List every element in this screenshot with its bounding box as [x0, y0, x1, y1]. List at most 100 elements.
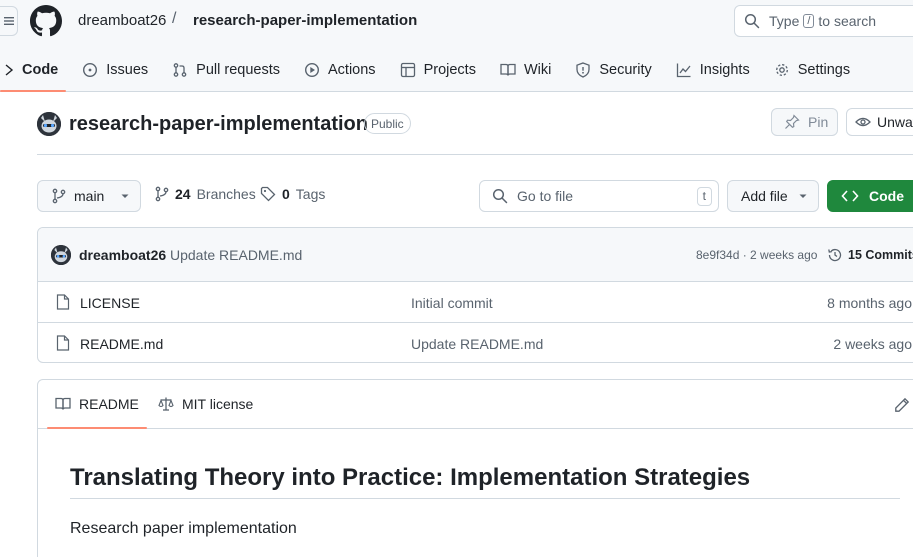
tab-projects[interactable]: Projects — [392, 52, 484, 88]
tab-label: Pull requests — [196, 62, 280, 78]
repo-title[interactable]: research-paper-implementation — [69, 113, 368, 136]
readme-paragraph: Research paper implementation — [70, 520, 297, 537]
play-icon — [304, 62, 320, 78]
pin-label: Pin — [808, 114, 829, 130]
tab-label: Wiki — [523, 62, 552, 78]
menu-button[interactable] — [0, 6, 18, 36]
tab-insights[interactable]: Insights — [668, 52, 758, 88]
tab-license-label: MIT license — [182, 396, 254, 412]
tab-security[interactable]: Security — [567, 52, 659, 88]
file-commit-date: 8 months ago — [827, 295, 912, 311]
graph-icon — [676, 63, 691, 78]
search-prefix: Type — [769, 13, 800, 29]
file-commit-message[interactable]: Update README.md — [411, 336, 543, 352]
issue-icon — [83, 62, 98, 78]
commit-author-avatar[interactable] — [51, 245, 71, 265]
owner-link[interactable]: dreamboat26 — [78, 12, 166, 29]
search-icon — [744, 13, 760, 29]
tab-wiki[interactable]: Wiki — [492, 52, 559, 88]
tab-license[interactable]: MIT license — [158, 380, 253, 428]
branch-name: main — [74, 188, 105, 204]
unwatch-label: Unwatch — [877, 114, 913, 130]
commits-link[interactable]: 15 Commits — [827, 247, 913, 263]
file-table: dreamboat26 Update README.md 8e9f34d · 2… — [37, 227, 913, 363]
readme-heading-rule — [70, 498, 900, 499]
code-button[interactable]: Code — [827, 180, 913, 212]
tab-actions[interactable]: Actions — [296, 52, 384, 88]
file-commit-message[interactable]: Initial commit — [411, 295, 493, 311]
tab-label: Settings — [797, 62, 851, 78]
divider — [37, 154, 913, 155]
commit-hash-time[interactable]: 8e9f34d · 2 weeks ago — [696, 248, 817, 262]
code-icon — [841, 190, 859, 202]
visibility-badge: Public — [364, 113, 411, 134]
tags-link[interactable]: 0 Tags — [260, 186, 325, 202]
branches-label: Branches — [196, 186, 256, 202]
readme-panel: README MIT license Translating Theory in… — [37, 379, 913, 557]
file-commit-date: 2 weeks ago — [833, 336, 912, 352]
commit-author[interactable]: dreamboat26 — [79, 247, 166, 263]
tab-label: Issues — [106, 62, 149, 78]
file-row[interactable]: LICENSE Initial commit 8 months ago — [38, 282, 913, 323]
global-header: dreamboat26 / research-paper-implementat… — [0, 0, 913, 92]
hamburger-icon — [3, 17, 14, 25]
search-input[interactable]: Type / to search — [734, 5, 913, 37]
pencil-icon[interactable] — [894, 397, 910, 413]
tab-pull-requests[interactable]: Pull requests — [164, 52, 288, 88]
commits-label: 15 Commits — [848, 248, 913, 262]
tab-readme-label: README — [79, 396, 139, 412]
caret-down-icon — [799, 194, 807, 198]
scale-icon — [158, 397, 174, 411]
latest-commit-row: dreamboat26 Update README.md 8e9f34d · 2… — [38, 228, 913, 282]
file-name[interactable]: README.md — [80, 336, 163, 352]
go-to-file-input[interactable]: Go to file t — [479, 180, 719, 212]
tab-label: Code — [22, 62, 59, 78]
tags-label: Tags — [295, 186, 326, 202]
go-to-file-placeholder: Go to file — [517, 188, 574, 204]
github-logo-icon[interactable] — [30, 5, 62, 37]
file-row[interactable]: README.md Update README.md 2 weeks ago — [38, 323, 913, 362]
add-file-label: Add file — [741, 188, 788, 204]
repo-nav: Code Issues Pull requests Actions Projec… — [0, 52, 866, 92]
breadcrumb-separator: / — [172, 10, 177, 27]
readme-heading: Translating Theory into Practice: Implem… — [70, 464, 751, 491]
tag-icon — [260, 186, 276, 202]
code-label: Code — [869, 188, 904, 204]
search-icon — [492, 188, 508, 204]
file-name[interactable]: LICENSE — [80, 295, 140, 311]
tags-count: 0 — [282, 186, 290, 202]
unwatch-button[interactable]: Unwatch — [846, 108, 913, 136]
pull-request-icon — [173, 63, 187, 77]
table-icon — [400, 62, 415, 78]
search-suffix: to search — [818, 13, 877, 29]
history-icon — [828, 248, 842, 262]
branches-link[interactable]: 24 Branches — [155, 186, 256, 202]
tab-label: Projects — [423, 62, 476, 78]
pin-icon — [785, 114, 800, 129]
caret-down-icon — [121, 194, 129, 198]
repo-link[interactable]: research-paper-implementation — [193, 12, 417, 29]
owner-avatar[interactable] — [37, 112, 61, 136]
search-shortcut-key: / — [803, 14, 815, 28]
branch-icon — [155, 186, 169, 202]
file-icon — [56, 335, 70, 351]
go-to-file-shortcut: t — [696, 187, 712, 206]
shield-icon — [576, 62, 590, 78]
add-file-button[interactable]: Add file — [727, 180, 819, 212]
branch-icon — [52, 188, 66, 204]
file-icon — [56, 294, 70, 310]
tab-issues[interactable]: Issues — [74, 52, 156, 88]
tab-label: Insights — [699, 62, 750, 78]
tab-readme[interactable]: README — [47, 380, 147, 429]
branch-selector[interactable]: main — [37, 180, 141, 212]
tab-settings[interactable]: Settings — [766, 52, 858, 88]
book-icon — [500, 63, 516, 76]
chevron-right-icon — [5, 64, 14, 76]
tab-code[interactable]: Code — [0, 52, 67, 92]
eye-icon — [855, 117, 871, 127]
commit-message[interactable]: Update README.md — [170, 247, 302, 263]
readme-tab-bar: README MIT license — [38, 380, 913, 429]
pin-button[interactable]: Pin — [771, 108, 838, 136]
tab-label: Security — [599, 62, 652, 78]
tab-label: Actions — [328, 62, 376, 78]
